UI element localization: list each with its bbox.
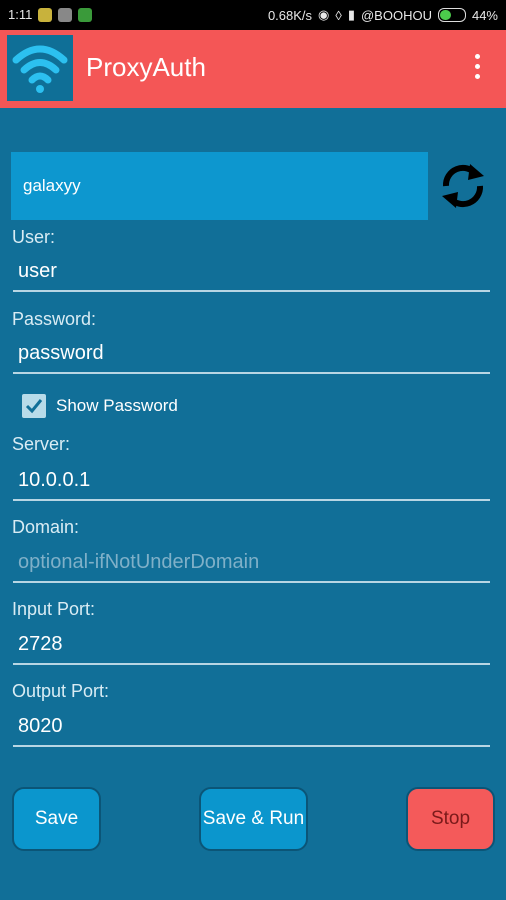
show-password-checkbox[interactable]	[22, 394, 46, 418]
user-value: user	[18, 260, 57, 282]
android-icon	[78, 7, 93, 22]
password-field[interactable]: password	[13, 338, 490, 374]
show-password-label: Show Password	[56, 396, 178, 415]
output-port-value: 8020	[18, 715, 63, 737]
password-value: password	[18, 342, 104, 364]
save-button[interactable]: Save	[12, 787, 101, 851]
stop-button[interactable]: Stop	[406, 787, 495, 851]
domain-label: Domain:	[12, 517, 80, 537]
battery-icon	[437, 8, 466, 22]
network-speed: 0.68K/s	[267, 7, 313, 23]
notification-icon	[38, 7, 53, 22]
status-time: 1:11	[8, 7, 33, 22]
carrier-name: @BOOHOU	[360, 7, 432, 23]
server-field[interactable]: 10.0.0.1	[13, 465, 490, 501]
domain-placeholder: optional-ifNotUnderDomain	[18, 551, 260, 573]
domain-field[interactable]: optional-ifNotUnderDomain	[13, 547, 490, 583]
wifi-icon	[7, 35, 73, 101]
password-label: Password:	[12, 309, 97, 329]
image-icon	[58, 7, 73, 22]
input-port-field[interactable]: 2728	[13, 629, 490, 665]
alarm-icon: ◉	[318, 7, 330, 22]
sync-icon[interactable]	[436, 156, 490, 216]
server-label: Server:	[12, 434, 71, 454]
cell-signal-icon: ▮	[347, 7, 355, 22]
input-port-value: 2728	[18, 633, 63, 655]
server-value: 10.0.0.1	[18, 469, 91, 491]
input-port-label: Input Port:	[12, 599, 96, 619]
battery-percent: 44%	[471, 7, 498, 23]
user-label: User:	[12, 227, 56, 247]
output-port-field[interactable]: 8020	[13, 711, 490, 747]
user-field[interactable]: user	[13, 256, 490, 292]
output-port-label: Output Port:	[12, 681, 110, 701]
save-and-run-button[interactable]: Save & Run	[199, 787, 308, 851]
app-title: ProxyAuth	[86, 52, 206, 82]
more-vert-icon[interactable]	[472, 54, 482, 84]
profile-selector[interactable]: galaxyy	[11, 152, 428, 220]
show-password-row[interactable]: Show Password	[22, 393, 178, 419]
wifi-signal-icon: ◊	[335, 7, 342, 23]
app-bar: ProxyAuth	[0, 30, 506, 108]
status-bar: 1:11 0.68K/s ◉ ◊ ▮ @BOOHOU 44%	[0, 0, 506, 30]
